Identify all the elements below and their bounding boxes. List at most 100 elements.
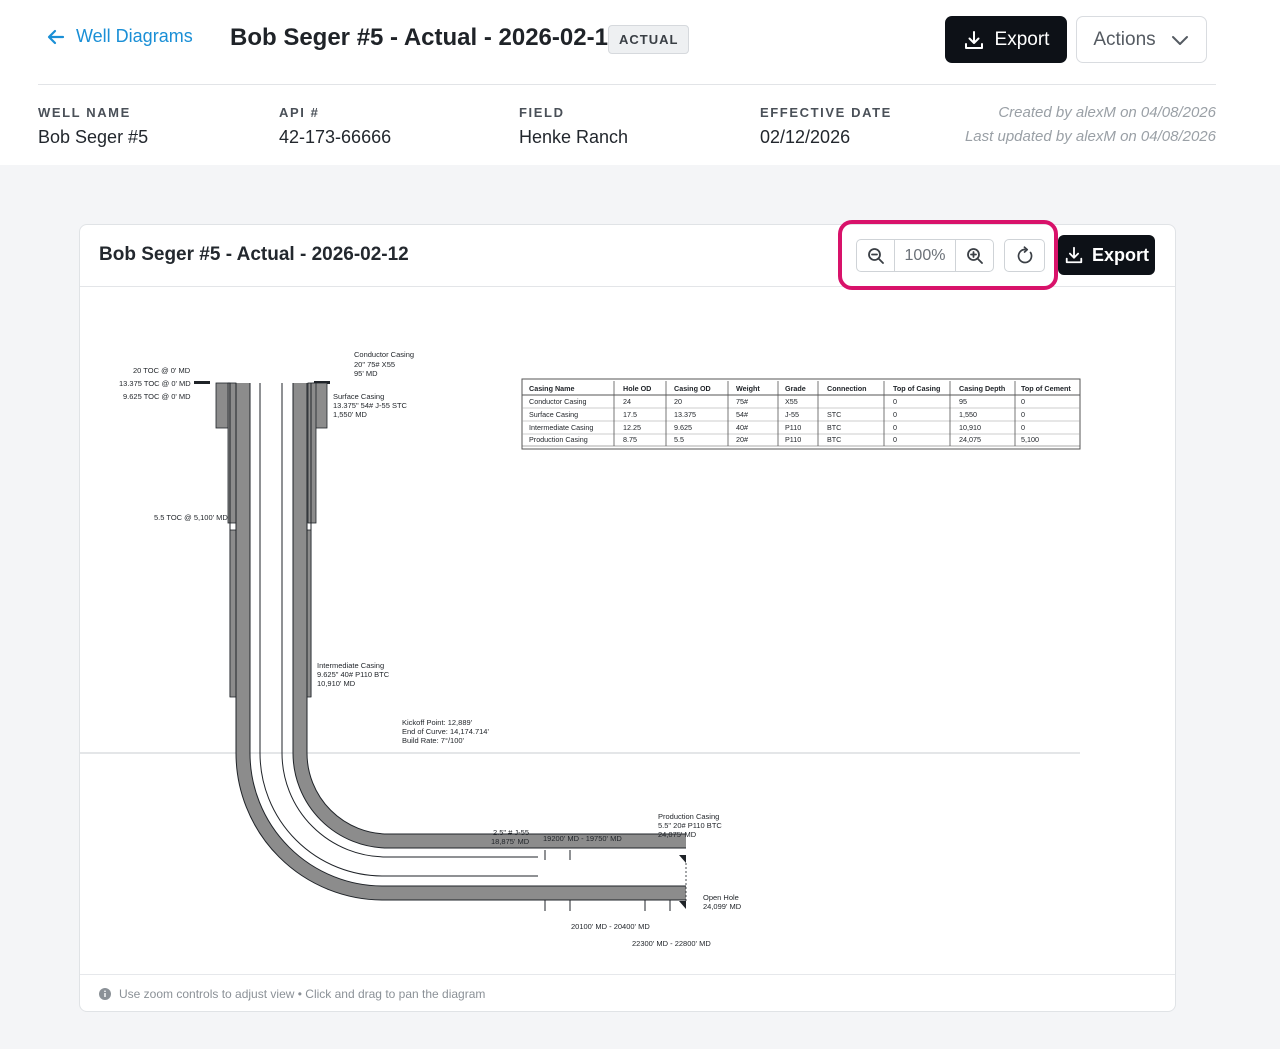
td-r0-c0: Conductor Casing <box>529 397 587 406</box>
td-r2-c5: BTC <box>827 423 841 432</box>
th-casing-od: Casing OD <box>674 384 711 393</box>
td-r2-c8: 0 <box>1021 423 1025 432</box>
production-label-3: 24,075' MD <box>658 830 697 839</box>
td-r0-c8: 0 <box>1021 397 1025 406</box>
production-cement-inner <box>293 383 686 848</box>
surface-label-3: 1,550' MD <box>333 410 368 419</box>
th-top-of-cement: Top of Cement <box>1021 384 1071 393</box>
info-icon <box>99 987 111 1000</box>
status-badge: ACTUAL <box>608 25 690 54</box>
page-header: Well Diagrams Bob Seger #5 - Actual - 20… <box>0 0 1280 165</box>
zoom-out-icon <box>867 247 884 264</box>
td-r1-c4: J-55 <box>785 410 799 419</box>
intermediate-label-2: 9.625" 40# P110 BTC <box>317 670 390 679</box>
reset-view-button[interactable] <box>1004 239 1045 272</box>
td-r0-c7: 95 <box>959 397 967 406</box>
production-shoe-top <box>679 855 686 863</box>
toc-20-label: 20 TOC @ 0' MD <box>133 366 191 375</box>
production-label-2: 5.5" 20# P110 BTC <box>658 821 722 830</box>
td-r1-c5: STC <box>827 410 841 419</box>
td-r1-c3: 54# <box>736 410 748 419</box>
th-casing-name: Casing Name <box>529 384 575 393</box>
export-button-label: Export <box>994 28 1050 50</box>
td-r3-c0: Production Casing <box>529 435 588 444</box>
production-inner-wall-a <box>292 383 686 849</box>
api-label: API # <box>279 105 320 120</box>
th-top-of-casing: Top of Casing <box>893 384 940 393</box>
td-r1-c2: 13.375 <box>674 410 696 419</box>
casing-table: Casing Name Hole OD Casing OD Weight Gra… <box>521 378 1081 450</box>
td-r2-c2: 9.625 <box>674 423 692 432</box>
th-grade: Grade <box>785 384 806 393</box>
effective-date-value: 02/12/2026 <box>760 127 851 147</box>
td-r0-c4: X55 <box>785 397 798 406</box>
well-name-value: Bob Seger #5 <box>38 127 149 147</box>
td-r2-c1: 12.25 <box>623 423 641 432</box>
diagram-export-label: Export <box>1091 244 1149 265</box>
well-schematic[interactable]: 20 TOC @ 0' MD 13.375 TOC @ 0' MD 9.625 … <box>80 287 1177 973</box>
back-link-label: Well Diagrams <box>76 26 193 46</box>
diagram-card-footer: Use zoom controls to adjust view • Click… <box>80 974 1175 1012</box>
updated-by-text: Last updated by alexM on 04/08/2026 <box>964 128 1216 145</box>
chevron-down-icon <box>1171 35 1188 45</box>
td-r1-c0: Surface Casing <box>529 410 578 419</box>
td-r3-c3: 20# <box>736 435 748 444</box>
kickoff-label-2: End of Curve: 14,174.714' <box>402 727 489 736</box>
td-r1-c1: 17.5 <box>623 410 637 419</box>
td-r2-c4: P110 <box>785 423 801 432</box>
td-r0-c6: 0 <box>893 397 897 406</box>
surface-casing-right <box>307 382 317 524</box>
open-hole-label-2: 24,099' MD <box>703 902 742 911</box>
header-divider <box>38 84 1216 85</box>
td-r0-c2: 20 <box>674 397 682 406</box>
kickoff-label-1: Kickoff Point: 12,889' <box>402 718 473 727</box>
td-r3-c1: 8.75 <box>623 435 637 444</box>
surface-label-2: 13.375" 54# J-55 STC <box>333 401 408 410</box>
effective-date-label: EFFECTIVE DATE <box>760 105 892 120</box>
td-r1-c8: 0 <box>1021 410 1025 419</box>
actions-button-label: Actions <box>1093 28 1156 50</box>
td-r3-c8: 5,100 <box>1021 435 1039 444</box>
th-connection: Connection <box>827 384 867 393</box>
diagram-export-button[interactable]: Export <box>1058 235 1155 275</box>
diagram-card-title: Bob Seger #5 - Actual - 2026-02-12 <box>99 244 409 265</box>
back-to-well-diagrams-link[interactable]: Well Diagrams <box>46 26 193 47</box>
td-r2-c0: Intermediate Casing <box>529 423 593 432</box>
zoom-in-button[interactable] <box>956 240 993 271</box>
toc-55-label: 5.5 TOC @ 5,100' MD <box>154 513 228 522</box>
zoom-in-icon <box>966 247 983 264</box>
surface-casing-left <box>227 382 237 524</box>
td-r1-c7: 1,550 <box>959 410 977 419</box>
tubing-inner <box>281 383 538 858</box>
export-button[interactable]: Export <box>945 16 1067 63</box>
arrow-left-icon <box>47 29 65 44</box>
td-r2-c3: 40# <box>736 423 748 432</box>
conductor-label-1: Conductor Casing <box>354 350 414 359</box>
td-r3-c5: BTC <box>827 435 841 444</box>
intermediate-label-1: Intermediate Casing <box>317 661 384 670</box>
download-icon <box>964 30 983 49</box>
tubing-label-1: 2.5" # J-55 <box>493 828 529 837</box>
perf-bottom-label-1: 20100' MD - 20400' MD <box>571 922 650 931</box>
footer-hint: Use zoom controls to adjust view • Click… <box>119 986 486 1001</box>
open-hole-label-1: Open Hole <box>703 893 739 902</box>
kickoff-label-3: Build Rate: 7°/100' <box>402 736 465 745</box>
production-inner-wall-b <box>306 383 686 835</box>
perf-bottom-label-2: 22300' MD - 22800' MD <box>632 939 711 948</box>
td-r3-c7: 24,075 <box>959 435 981 444</box>
zoom-out-button[interactable] <box>857 240 894 271</box>
th-hole-od: Hole OD <box>623 384 651 393</box>
toc-13375-label: 13.375 TOC @ 0' MD <box>119 379 191 388</box>
toc-9625-label: 9.625 TOC @ 0' MD <box>123 392 191 401</box>
field-value: Henke Ranch <box>519 127 629 147</box>
th-weight: Weight <box>736 384 760 393</box>
perf-top-label: 19200' MD - 19750' MD <box>543 834 622 843</box>
actions-dropdown-button[interactable]: Actions <box>1076 16 1207 63</box>
conductor-label-2: 20" 75# X55 <box>354 360 395 369</box>
td-r3-c2: 5.5 <box>674 435 684 444</box>
production-shoe-bottom <box>679 901 686 909</box>
tubing-label-2: 18,875' MD <box>491 837 530 846</box>
well-name-label: WELL NAME <box>38 105 131 120</box>
diagram-card: Bob Seger #5 - Actual - 2026-02-12 100% … <box>79 220 1177 1012</box>
well-diagram-canvas[interactable]: 20 TOC @ 0' MD 13.375 TOC @ 0' MD 9.625 … <box>80 287 1177 973</box>
